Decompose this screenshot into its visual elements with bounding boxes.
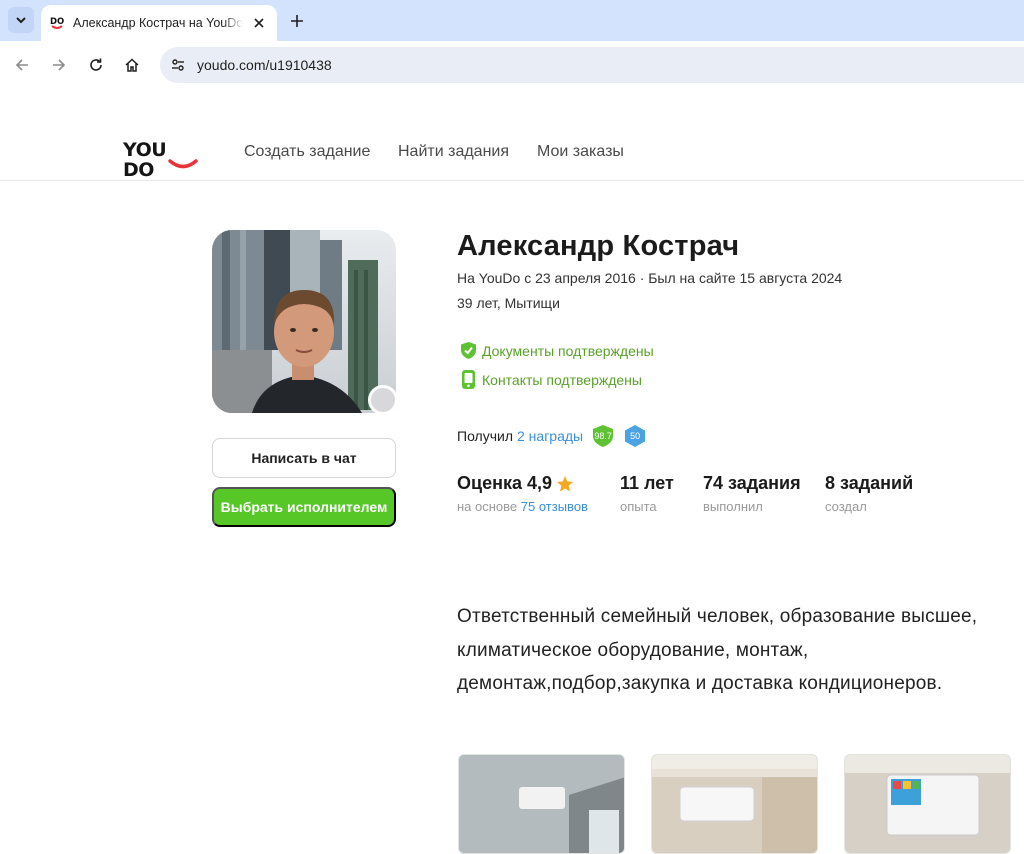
profile-age-city: 39 лет, Мытищи xyxy=(457,295,560,311)
new-tab-button[interactable] xyxy=(287,11,307,31)
site-info-button[interactable] xyxy=(166,53,190,77)
stat-completed-label: выполнил xyxy=(703,499,763,514)
stat-experience-label: опыта xyxy=(620,499,657,514)
contacts-verified: Контакты подтверждены xyxy=(460,369,642,390)
choose-performer-button[interactable]: Выбрать исполнителем xyxy=(212,487,396,527)
address-bar[interactable]: youdo.com/u1910438 xyxy=(160,47,1024,83)
status-indicator xyxy=(368,385,398,415)
stat-rating-sub-prefix: на основе xyxy=(457,499,518,514)
awards-row: Получил 2 награды 98.7 50 xyxy=(457,424,647,448)
browser-tab-active[interactable]: DO Александр Кострач на YouDo xyxy=(41,5,277,41)
tune-icon xyxy=(172,59,184,71)
stat-created-value: 8 заданий xyxy=(825,473,914,493)
stat-created-label: создал xyxy=(825,499,867,514)
arrow-right-icon xyxy=(53,59,66,71)
arrow-left-icon xyxy=(15,59,28,71)
nav-my-orders[interactable]: Мои заказы xyxy=(537,143,624,161)
profile-since: На YouDo с 23 апреля 2016 · Был на сайте… xyxy=(457,270,843,286)
youdo-favicon-icon: DO xyxy=(49,15,65,31)
phone-icon xyxy=(462,370,475,389)
contacts-verified-label: Контакты подтверждены xyxy=(482,371,642,388)
portfolio-photo[interactable] xyxy=(458,754,625,854)
shield-check-icon xyxy=(461,342,476,359)
awards-prefix: Получил xyxy=(457,428,513,444)
badge-tasks-icon[interactable]: 50 xyxy=(623,424,647,448)
stat-completed-value: 74 задания xyxy=(703,473,801,493)
profile-about: Ответственный семейный человек, образова… xyxy=(457,606,978,694)
tab-search-button[interactable] xyxy=(8,7,34,33)
back-button[interactable] xyxy=(10,53,34,77)
avatar xyxy=(212,230,396,413)
site-header: YOU DO Создать задание Найти задания Мои… xyxy=(0,89,1024,181)
plus-icon xyxy=(291,15,303,27)
portfolio-photo[interactable] xyxy=(651,754,818,854)
chevron-down-icon xyxy=(16,17,26,24)
nav-find-tasks[interactable]: Найти задания xyxy=(398,143,509,161)
write-chat-button[interactable]: Написать в чат xyxy=(212,438,396,478)
star-icon xyxy=(557,475,573,491)
home-icon xyxy=(125,58,139,72)
stat-experience: 11 лет опыта xyxy=(620,473,674,514)
reload-button[interactable] xyxy=(84,53,108,77)
badge-tasks-value: 50 xyxy=(630,431,641,441)
portfolio-photo[interactable] xyxy=(844,754,1011,854)
documents-verified: Документы подтверждены xyxy=(460,341,654,360)
forward-button[interactable] xyxy=(47,53,71,77)
stat-rating-value: Оценка 4,9 xyxy=(457,473,552,493)
stat-experience-value: 11 лет xyxy=(620,473,674,493)
close-icon xyxy=(254,18,264,28)
badge-rating-value: 98.7 xyxy=(594,431,612,441)
nav-create-task[interactable]: Создать задание xyxy=(244,143,370,161)
reviews-link[interactable]: 75 отзывов xyxy=(521,499,588,514)
tab-close-button[interactable] xyxy=(251,15,267,31)
tab-title: Александр Кострач на YouDo xyxy=(73,16,243,30)
stat-completed: 74 задания выполнил xyxy=(703,473,801,514)
browser-toolbar: youdo.com/u1910438 xyxy=(0,41,1024,89)
home-button[interactable] xyxy=(120,53,144,77)
browser-tabbar: DO Александр Кострач на YouDo xyxy=(0,0,1024,41)
documents-verified-label: Документы подтверждены xyxy=(482,342,654,359)
logo-smile-icon xyxy=(168,159,198,169)
reload-icon xyxy=(90,58,102,71)
svg-text:DO: DO xyxy=(50,17,64,27)
url-text: youdo.com/u1910438 xyxy=(197,57,332,73)
profile-name: Александр Кострач xyxy=(457,230,740,262)
badge-rating-icon[interactable]: 98.7 xyxy=(591,424,615,448)
stat-created: 8 заданий создал xyxy=(825,473,913,514)
stat-rating: Оценка 4,9 на основе 75 отзывов xyxy=(457,473,588,514)
youdo-logo[interactable]: YOU DO xyxy=(123,140,201,180)
awards-link[interactable]: 2 награды xyxy=(517,428,583,444)
